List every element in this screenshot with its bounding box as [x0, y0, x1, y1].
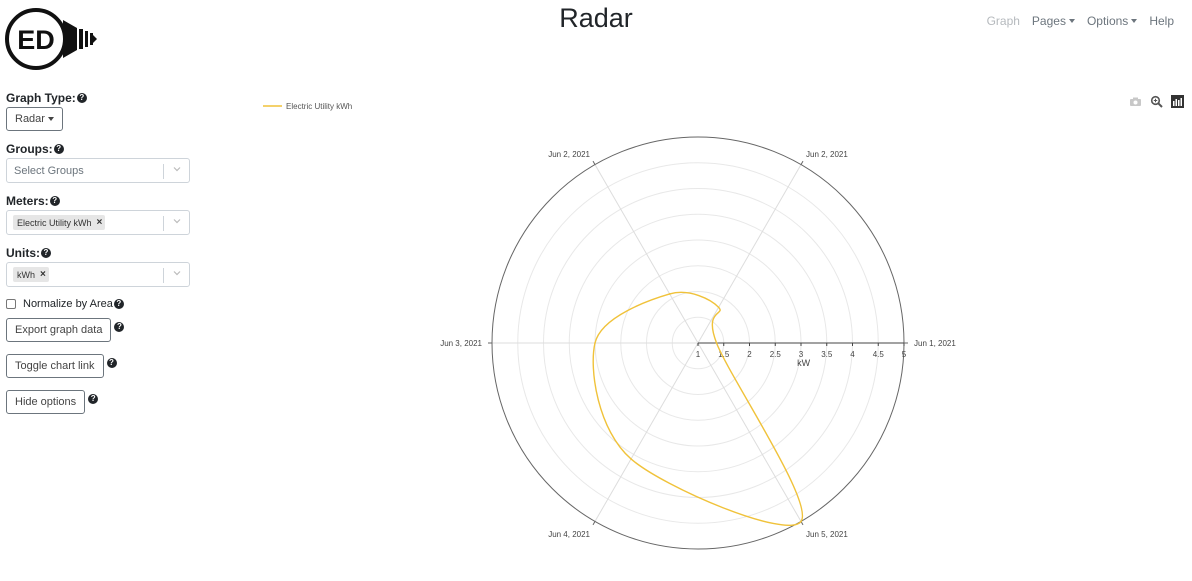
radial-tick-label: 4: [850, 350, 855, 359]
series-point: [717, 306, 720, 309]
series-point: [715, 342, 718, 344]
angular-axis-label: Jun 2, 2021: [548, 150, 590, 159]
angular-axis-label: Jun 5, 2021: [806, 530, 848, 539]
grid-spoke: [697, 164, 802, 344]
radial-tick-label: 5: [902, 350, 907, 359]
radar-chart: Electric Utility kWh 1 1.5 2 2.5 3 3.5 4 4.5 5 J…: [263, 102, 956, 550]
series-point: [594, 342, 596, 344]
angular-axis-label: Jun 2, 2021: [806, 150, 848, 159]
radial-tick-label: 2: [747, 350, 752, 359]
radial-tick-label: 3.5: [821, 350, 833, 359]
radial-tick-label: 4.5: [873, 350, 885, 359]
series-point: [630, 458, 632, 460]
grid-spoke: [594, 164, 699, 344]
series-point: [800, 520, 802, 523]
angular-tick-mark: [592, 160, 596, 165]
series-point: [668, 293, 671, 295]
angular-tick-mark: [800, 160, 804, 165]
grid-spoke: [697, 342, 802, 522]
legend-label[interactable]: Electric Utility kWh: [286, 102, 352, 111]
angular-tick-mark: [592, 521, 596, 526]
radial-axis: 1 1.5 2 2.5 3 3.5 4 4.5 5: [696, 342, 907, 359]
radial-tick-label: 1: [696, 350, 701, 359]
radial-tick-label: 2.5: [770, 350, 782, 359]
angular-axis-label: Jun 4, 2021: [548, 530, 590, 539]
radar-series: [592, 291, 804, 526]
series-line: [592, 291, 804, 526]
radial-axis-title: kW: [797, 358, 811, 368]
angular-axis-label: Jun 1, 2021: [914, 339, 956, 348]
angular-axis-label: Jun 3, 2021: [440, 339, 482, 348]
chart-legend: Electric Utility kWh: [263, 102, 352, 111]
